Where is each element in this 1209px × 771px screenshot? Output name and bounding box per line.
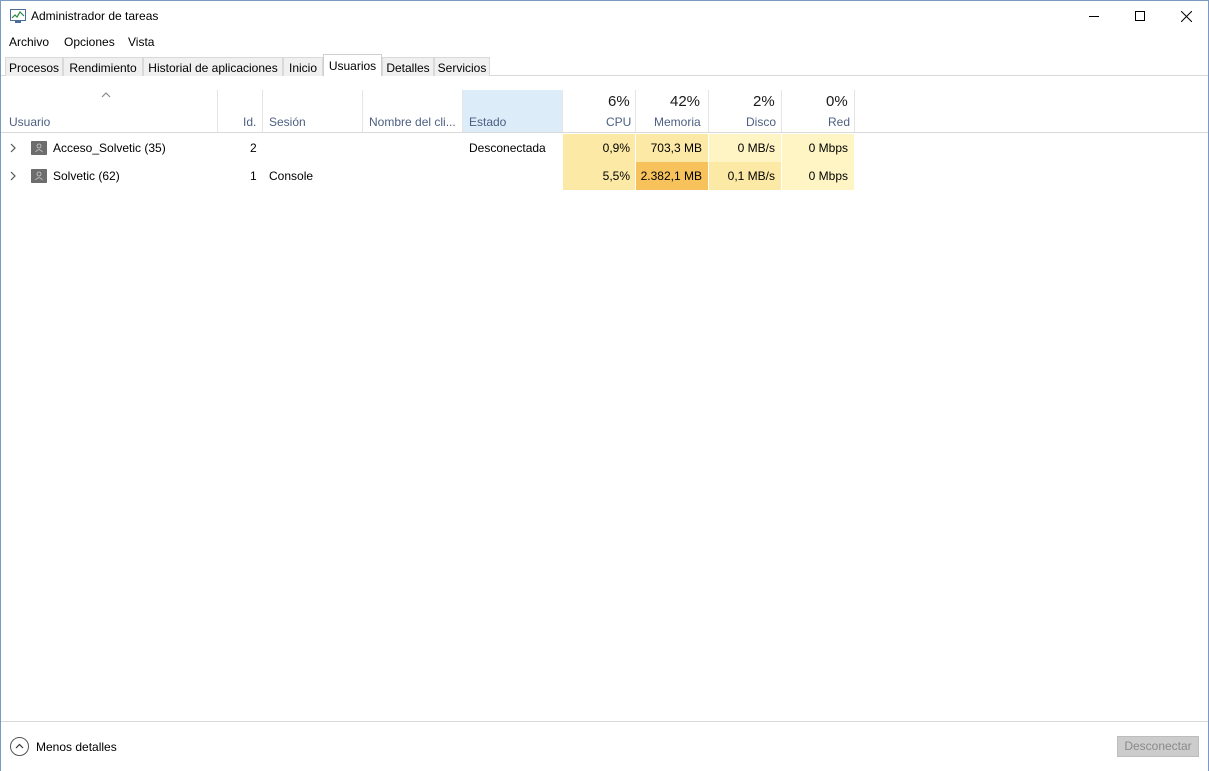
- column-usuario[interactable]: Usuario: [9, 115, 50, 129]
- memoria-value: 703,3 MB: [650, 141, 702, 155]
- chevron-right-icon[interactable]: [9, 143, 17, 153]
- user-status: Desconectada: [469, 141, 546, 155]
- column-memoria[interactable]: Memoria: [654, 115, 701, 129]
- disco-total-percent: 2%: [753, 93, 775, 110]
- user-icon: [31, 141, 47, 155]
- column-divider[interactable]: [635, 90, 636, 133]
- column-divider[interactable]: [562, 90, 563, 133]
- column-cpu[interactable]: CPU: [606, 115, 631, 129]
- disco-value: 0 MB/s: [737, 141, 775, 155]
- tab-servicios[interactable]: Servicios: [434, 57, 490, 76]
- memoria-total-percent: 42%: [670, 93, 701, 110]
- tab-procesos[interactable]: Procesos: [5, 57, 63, 76]
- user-name: Acceso_Solvetic (35): [53, 141, 166, 155]
- tab-rendimiento[interactable]: Rendimiento: [63, 57, 143, 76]
- column-nombre-cliente[interactable]: Nombre del cli...: [369, 115, 456, 129]
- header-divider: [1, 132, 1208, 133]
- sort-ascending-icon[interactable]: [101, 91, 111, 99]
- column-divider[interactable]: [854, 90, 855, 133]
- column-divider[interactable]: [462, 90, 463, 133]
- cpu-total-percent: 6%: [608, 93, 630, 110]
- tab-detalles[interactable]: Detalles: [382, 57, 434, 76]
- minimize-button[interactable]: [1071, 1, 1117, 31]
- chevron-right-icon[interactable]: [9, 171, 17, 181]
- menu-archivo[interactable]: Archivo: [9, 35, 49, 49]
- minimize-icon: [1089, 16, 1099, 17]
- table-row[interactable]: Acceso_Solvetic (35) 2 Desconectada 0,9%…: [1, 134, 1208, 162]
- user-id: 1: [250, 169, 257, 183]
- footer: Menos detalles Desconectar: [1, 722, 1208, 771]
- menu-bar: Archivo Opciones Vista: [1, 32, 1208, 52]
- maximize-button[interactable]: [1117, 1, 1163, 31]
- menu-opciones[interactable]: Opciones: [64, 35, 115, 49]
- task-manager-icon: [10, 9, 26, 23]
- red-total-percent: 0%: [826, 93, 848, 110]
- less-details-link[interactable]: Menos detalles: [36, 740, 117, 754]
- chevron-up-circle-icon[interactable]: [10, 737, 29, 756]
- user-session: Console: [269, 169, 314, 183]
- table-row[interactable]: Solvetic (62) 1 Console 5,5% 2.382,1 MB …: [1, 162, 1208, 190]
- red-value: 0 Mbps: [808, 169, 848, 183]
- user-name: Solvetic (62): [53, 169, 120, 183]
- column-id[interactable]: Id.: [243, 115, 256, 129]
- task-manager-window: Administrador de tareas Archivo Opciones…: [0, 0, 1209, 771]
- cpu-value: 5,5%: [602, 169, 630, 183]
- maximize-icon: [1135, 11, 1145, 21]
- column-estado[interactable]: Estado: [469, 115, 506, 129]
- column-sesion[interactable]: Sesión: [269, 115, 306, 129]
- column-divider[interactable]: [217, 90, 218, 133]
- disco-value: 0,1 MB/s: [727, 169, 775, 183]
- tab-usuarios[interactable]: Usuarios: [323, 54, 382, 76]
- column-divider[interactable]: [362, 90, 363, 133]
- column-disco[interactable]: Disco: [746, 115, 776, 129]
- column-divider[interactable]: [262, 90, 263, 133]
- column-divider[interactable]: [708, 90, 709, 133]
- memoria-value: 2.382,1 MB: [640, 169, 702, 183]
- user-icon: [31, 169, 47, 183]
- cpu-value: 0,9%: [602, 141, 630, 155]
- column-red[interactable]: Red: [828, 115, 850, 129]
- window-title: Administrador de tareas: [31, 9, 159, 23]
- red-value: 0 Mbps: [808, 141, 848, 155]
- close-icon: [1180, 10, 1192, 22]
- tab-inicio[interactable]: Inicio: [283, 57, 323, 76]
- disconnect-button[interactable]: Desconectar: [1117, 736, 1199, 757]
- user-id: 2: [250, 141, 257, 155]
- tab-historial[interactable]: Historial de aplicaciones: [143, 57, 283, 76]
- close-button[interactable]: [1163, 1, 1209, 31]
- column-divider[interactable]: [781, 90, 782, 133]
- menu-vista[interactable]: Vista: [128, 35, 154, 49]
- title-bar: Administrador de tareas: [1, 1, 1208, 31]
